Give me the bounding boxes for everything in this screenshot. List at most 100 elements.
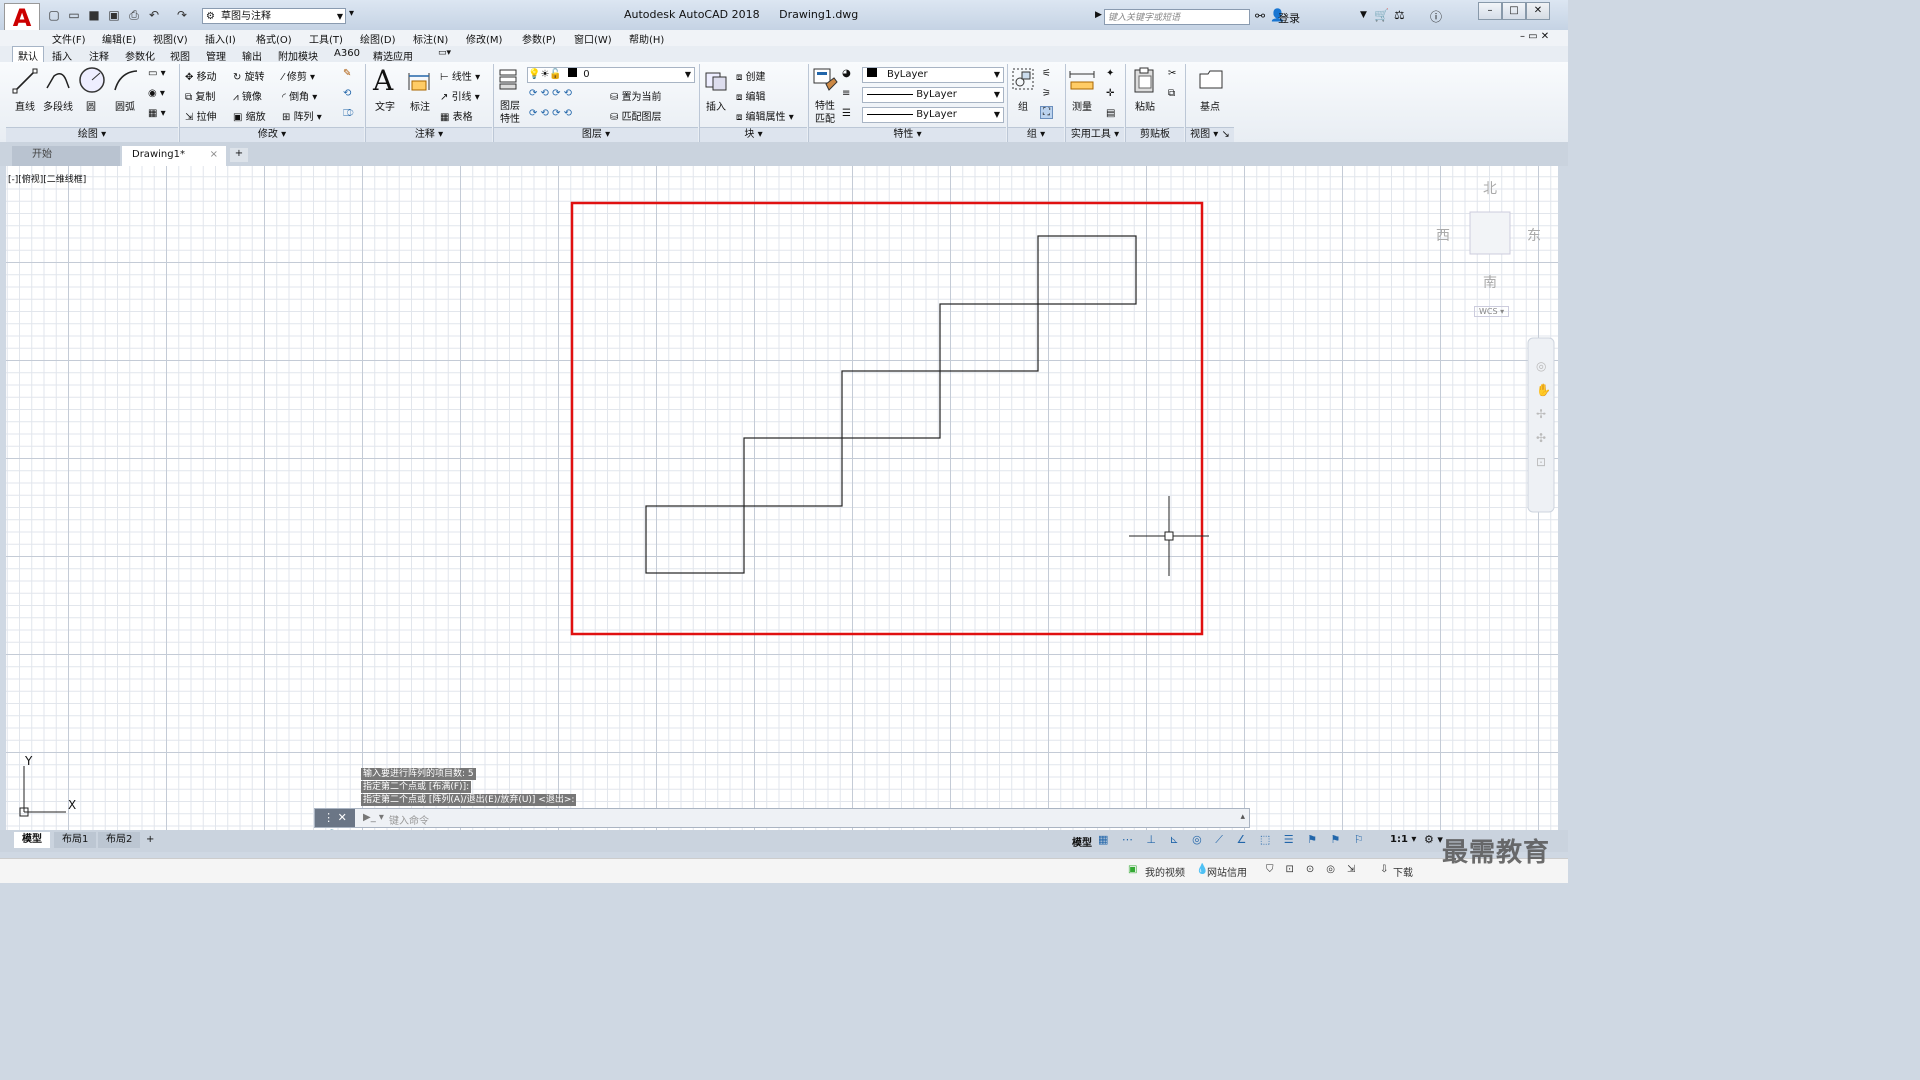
- stair-rect-3[interactable]: [841, 370, 941, 439]
- color-select[interactable]: ByLayer ▼: [862, 67, 1004, 83]
- scale-button[interactable]: ▣ 缩放: [233, 108, 266, 123]
- wcs-menu[interactable]: WCS ▾: [1474, 306, 1510, 317]
- customize-qat-icon[interactable]: ▾: [349, 8, 354, 19]
- layer-select[interactable]: 💡☀🔓 0 ▼: [527, 67, 695, 83]
- maximize-button[interactable]: □: [1502, 2, 1526, 20]
- lineweight-select[interactable]: ByLayer ▼: [862, 107, 1004, 123]
- create-block-button[interactable]: ⧈ 创建: [736, 68, 766, 83]
- base-view-icon[interactable]: [1198, 68, 1224, 92]
- viewcube-west[interactable]: 西: [1436, 225, 1450, 245]
- view-panel-title[interactable]: 视图 ▾ ↘: [1186, 127, 1234, 142]
- draw-panel-title[interactable]: 绘图 ▾: [6, 127, 178, 142]
- stair-rect-4[interactable]: [939, 303, 1039, 372]
- quick-select-icon[interactable]: ✦: [1106, 68, 1114, 79]
- ungroup-icon[interactable]: ⚟: [1042, 68, 1051, 79]
- close-button[interactable]: ✕: [1526, 2, 1550, 20]
- menu-format[interactable]: 格式(O): [256, 31, 292, 46]
- exchange-icon[interactable]: ⚖: [1394, 8, 1405, 22]
- tray-icons[interactable]: ⛉⊡⊙◎⇲: [1266, 864, 1367, 875]
- save-as-icon[interactable]: ▣: [106, 8, 122, 22]
- open-file-icon[interactable]: ▭: [66, 8, 82, 22]
- rotate-button[interactable]: ↻ 旋转: [233, 68, 265, 83]
- redo-icon[interactable]: ↷: [174, 8, 190, 22]
- layer-tools-row2[interactable]: ⟳ ⟲ ⟳ ⟲: [529, 108, 572, 119]
- command-history-toggle[interactable]: ▴: [1240, 812, 1245, 822]
- circle-icon[interactable]: [78, 66, 106, 94]
- save-icon[interactable]: ■: [86, 8, 102, 22]
- command-input[interactable]: 键入命令: [389, 812, 429, 827]
- viewcube-north[interactable]: 北: [1483, 178, 1497, 198]
- copy-button[interactable]: ⧉ 复制: [185, 88, 215, 103]
- tab-annotate[interactable]: 注释: [89, 48, 109, 63]
- search-expand-icon[interactable]: ▶: [1095, 10, 1102, 20]
- dimension-icon[interactable]: [406, 68, 432, 94]
- close-icon[interactable]: ×: [210, 146, 218, 164]
- login-button[interactable]: 登录: [1278, 10, 1300, 26]
- drawing-canvas[interactable]: 北 南 东 西 WCS ▾ ◎ ✋ ✢ ✣ ⊡ Y X: [6, 166, 1558, 830]
- tab-layout2[interactable]: 布局2: [98, 832, 141, 848]
- paste-icon[interactable]: [1132, 66, 1158, 94]
- table-button[interactable]: ▦ 表格: [440, 108, 473, 123]
- menu-insert[interactable]: 插入(I): [205, 31, 236, 46]
- menu-modify[interactable]: 修改(M): [466, 31, 502, 46]
- tab-output[interactable]: 输出: [242, 48, 262, 63]
- tab-insert[interactable]: 插入: [52, 48, 72, 63]
- measure-icon[interactable]: [1068, 70, 1096, 92]
- viewcube[interactable]: [1469, 211, 1511, 255]
- new-layout-button[interactable]: +: [142, 832, 158, 848]
- tab-view[interactable]: 视图: [170, 48, 190, 63]
- my-video-link[interactable]: 我的视频: [1145, 864, 1185, 879]
- search-input[interactable]: 键入关键字或短语: [1104, 9, 1250, 25]
- undo-icon[interactable]: ↶: [146, 8, 162, 22]
- leader-button[interactable]: ↗ 引线 ▾: [440, 88, 480, 103]
- viewcube-south[interactable]: 南: [1483, 272, 1497, 292]
- text-icon[interactable]: A: [373, 64, 393, 97]
- group-edit-icon[interactable]: ⚞: [1042, 88, 1051, 99]
- menu-file[interactable]: 文件(F): [52, 31, 86, 46]
- linetype-select[interactable]: ByLayer ▼: [862, 87, 1004, 103]
- annotation-panel-title[interactable]: 注释 ▾: [366, 127, 492, 142]
- linetype-icon[interactable]: ☰: [842, 108, 851, 119]
- nav-bar-icons[interactable]: ◎ ✋ ✢ ✣ ⊡: [1536, 354, 1551, 474]
- viewport-controls[interactable]: [-][俯视][二维线框]: [8, 172, 86, 185]
- properties-panel-title[interactable]: 特性 ▾: [809, 127, 1006, 142]
- calculator-icon[interactable]: ▤: [1106, 108, 1115, 119]
- set-current-button[interactable]: ⛁ 置为当前: [610, 88, 662, 103]
- stretch-button[interactable]: ⇲ 拉伸: [185, 108, 217, 123]
- layer-tools-row1[interactable]: ⟳ ⟲ ⟳ ⟲: [529, 88, 572, 99]
- menu-parametric[interactable]: 参数(P): [522, 31, 556, 46]
- trim-button[interactable]: ⁄ 修剪 ▾: [282, 68, 315, 83]
- modify-panel-title[interactable]: 修改 ▾: [180, 127, 364, 142]
- command-prompt-icon[interactable]: ▶_ ▾: [363, 812, 384, 823]
- array-button[interactable]: ⊞ 阵列 ▾: [282, 108, 322, 123]
- application-menu-button[interactable]: A: [4, 3, 40, 33]
- menu-draw[interactable]: 绘图(D): [360, 31, 396, 46]
- net-credit-link[interactable]: 网站信用: [1207, 864, 1247, 879]
- tab-drawing1[interactable]: Drawing1* ×: [122, 146, 226, 166]
- ribbon-toggle-icon[interactable]: ▭▾: [438, 48, 451, 58]
- match-layer-button[interactable]: ⛁ 匹配图层: [610, 108, 662, 123]
- copy-clip-icon[interactable]: ⧉: [1168, 88, 1175, 99]
- new-tab-button[interactable]: +: [230, 148, 248, 162]
- linear-button[interactable]: ⊢ 线性 ▾: [440, 68, 480, 83]
- layers-panel-title[interactable]: 图层 ▾: [494, 127, 698, 142]
- rectangle-icon[interactable]: ▭ ▾: [148, 68, 166, 79]
- tab-layout1[interactable]: 布局1: [54, 832, 97, 848]
- block-panel-title[interactable]: 块 ▾: [700, 127, 807, 142]
- menu-dimension[interactable]: 标注(N): [413, 31, 448, 46]
- tab-start[interactable]: 开始: [12, 146, 120, 166]
- tab-manage[interactable]: 管理: [206, 48, 226, 63]
- layer-properties-icon[interactable]: [497, 66, 521, 94]
- utilities-panel-title[interactable]: 实用工具 ▾: [1066, 127, 1124, 142]
- command-line-controls[interactable]: ⋮ ✕ 🔧: [315, 809, 355, 842]
- clipboard-panel-title[interactable]: 剪贴板: [1126, 127, 1184, 142]
- hatch-icon[interactable]: ◉ ▾: [148, 88, 165, 99]
- menu-tools[interactable]: 工具(T): [309, 31, 343, 46]
- mirror-button[interactable]: ⩘ 镜像: [233, 88, 262, 103]
- stair-rect-2[interactable]: [743, 437, 843, 507]
- model-space-button[interactable]: 模型: [1072, 834, 1092, 849]
- menu-window[interactable]: 窗口(W): [574, 31, 612, 46]
- menu-view[interactable]: 视图(V): [153, 31, 188, 46]
- tab-parametric[interactable]: 参数化: [125, 48, 155, 63]
- menu-help[interactable]: 帮助(H): [629, 31, 664, 46]
